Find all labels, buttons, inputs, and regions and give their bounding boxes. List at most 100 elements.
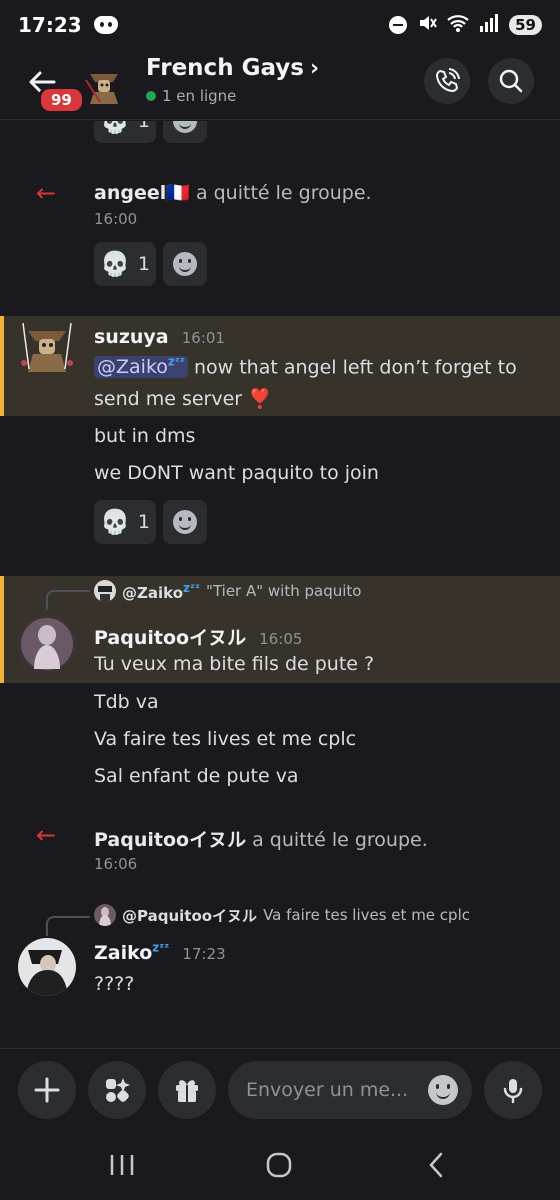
add-reaction-button[interactable] — [163, 121, 207, 143]
skull-reaction[interactable]: 💀 1 — [94, 121, 156, 143]
message-header: Zaikozᶻᶻ 17:23 — [94, 941, 226, 964]
leave-arrow-icon: ← — [36, 821, 57, 849]
timestamp: 16:00 — [94, 210, 138, 228]
timestamp: 16:01 — [181, 329, 225, 347]
smiley-icon — [173, 121, 197, 133]
discord-notification-icon — [93, 16, 118, 34]
message-composer — [0, 1048, 560, 1132]
user-mention[interactable]: @Zaikozᶻᶻ — [94, 355, 188, 379]
message-text: Va faire tes lives et me cplc — [94, 728, 357, 750]
reaction-count: 1 — [137, 121, 150, 132]
plus-icon — [34, 1077, 60, 1103]
avatar[interactable] — [18, 317, 76, 375]
recent-apps-icon — [110, 1155, 134, 1175]
reply-preview[interactable]: @Zaikozᶻᶻ "Tier A" with paquito — [94, 580, 361, 602]
wifi-icon — [447, 13, 469, 37]
system-text: a quitté le groupe. — [195, 182, 372, 204]
apps-sparkle-icon — [106, 1078, 130, 1102]
unread-badge: 99 — [38, 86, 85, 114]
message-text: we DONT want paquito to join — [94, 462, 379, 484]
timestamp: 16:06 — [94, 855, 138, 873]
status-bar: 17:23 59 — [0, 0, 560, 50]
message-text: send me server ❣️ — [94, 388, 272, 410]
skull-icon: 💀 — [100, 508, 130, 536]
search-icon — [499, 69, 523, 93]
skull-reaction[interactable]: 💀 1 — [94, 500, 156, 544]
skull-reaction[interactable]: 💀 1 — [94, 242, 156, 286]
gift-button[interactable] — [158, 1061, 216, 1119]
reply-preview[interactable]: @Paquitooイヌル Va faire tes lives et me cp… — [94, 904, 470, 926]
author-name[interactable]: Paquitooイヌル — [94, 627, 246, 649]
avatar[interactable] — [18, 615, 76, 673]
reaction-count: 1 — [137, 511, 150, 533]
system-back-button[interactable] — [406, 1148, 466, 1182]
smiley-icon — [173, 252, 197, 276]
reply-spine — [46, 916, 90, 936]
skull-icon: 💀 — [100, 121, 130, 135]
signal-icon — [479, 14, 499, 36]
message-text: ???? — [94, 973, 135, 995]
smiley-icon — [173, 510, 197, 534]
avatar — [94, 904, 116, 926]
status-time: 17:23 — [18, 13, 82, 37]
message-text: Tu veux ma bite fils de pute ? — [94, 653, 375, 675]
gift-icon — [176, 1080, 198, 1102]
microphone-icon — [503, 1079, 523, 1104]
heart-exclamation-icon: ❣️ — [248, 388, 272, 410]
group-avatar[interactable] — [82, 62, 126, 106]
system-user[interactable]: angeel🇫🇷 — [94, 182, 190, 204]
channel-name: French Gays — [146, 55, 304, 81]
reaction-count: 1 — [137, 253, 150, 275]
voice-call-button[interactable] — [424, 58, 470, 104]
emoji-picker-icon[interactable] — [428, 1075, 458, 1105]
battery-indicator: 59 — [509, 15, 542, 35]
phone-call-icon — [435, 68, 460, 93]
system-message: angeel🇫🇷 a quitté le groupe. — [94, 181, 372, 204]
reply-text: "Tier A" with paquito — [206, 582, 362, 600]
status-icons: 59 — [389, 13, 542, 37]
timestamp: 16:05 — [259, 630, 303, 648]
chevron-right-icon: › — [309, 56, 320, 81]
voice-message-button[interactable] — [484, 1061, 542, 1119]
online-status: 1 en ligne — [146, 87, 236, 105]
avatar — [94, 580, 116, 602]
attach-button[interactable] — [18, 1061, 76, 1119]
avatar[interactable] — [18, 938, 76, 996]
system-user[interactable]: Paquitooイヌル — [94, 829, 246, 851]
message-text: @Zaikozᶻᶻ now that angel left don’t forg… — [94, 355, 517, 379]
message-text: but in dms — [94, 425, 196, 447]
system-text: a quitté le groupe. — [252, 829, 428, 851]
do-not-disturb-icon — [389, 16, 408, 34]
message-text: Sal enfant de pute va — [94, 765, 299, 787]
message-input-box[interactable] — [228, 1061, 472, 1119]
home-icon — [266, 1152, 292, 1178]
reply-text: Va faire tes lives et me cplc — [263, 906, 470, 924]
author-name[interactable]: Zaikozᶻᶻ — [94, 941, 169, 964]
reply-author: @Zaikozᶻᶻ — [122, 580, 201, 602]
leave-arrow-icon: ← — [36, 179, 57, 207]
author-name[interactable]: suzuya — [94, 326, 169, 348]
reply-author: @Paquitooイヌル — [122, 906, 258, 925]
add-reaction-button[interactable] — [163, 242, 207, 286]
channel-header: 99 French Gays › 1 en ligne — [0, 50, 560, 120]
message-list[interactable]: 💀 1 ← angeel🇫🇷 a quitté le groupe. 16:00… — [0, 121, 560, 1048]
chevron-left-icon — [429, 1152, 443, 1178]
search-button[interactable] — [488, 58, 534, 104]
system-message: Paquitooイヌル a quitté le groupe. — [94, 825, 428, 852]
online-count: 1 en ligne — [162, 87, 237, 105]
recent-apps-button[interactable] — [92, 1148, 152, 1182]
skull-icon: 💀 — [100, 250, 130, 278]
home-button[interactable] — [249, 1148, 309, 1182]
message-header: Paquitooイヌル 16:05 — [94, 623, 302, 650]
message-input[interactable] — [246, 1075, 416, 1105]
mute-icon — [417, 13, 437, 37]
timestamp: 17:23 — [182, 945, 226, 964]
system-nav-bar — [0, 1132, 560, 1200]
add-reaction-button[interactable] — [163, 500, 207, 544]
channel-title[interactable]: French Gays › — [146, 55, 319, 81]
online-dot-icon — [146, 91, 156, 101]
message-text: Tdb va — [94, 691, 159, 713]
apps-button[interactable] — [88, 1061, 146, 1119]
message-header: suzuya 16:01 — [94, 326, 225, 348]
reply-spine — [46, 590, 90, 610]
